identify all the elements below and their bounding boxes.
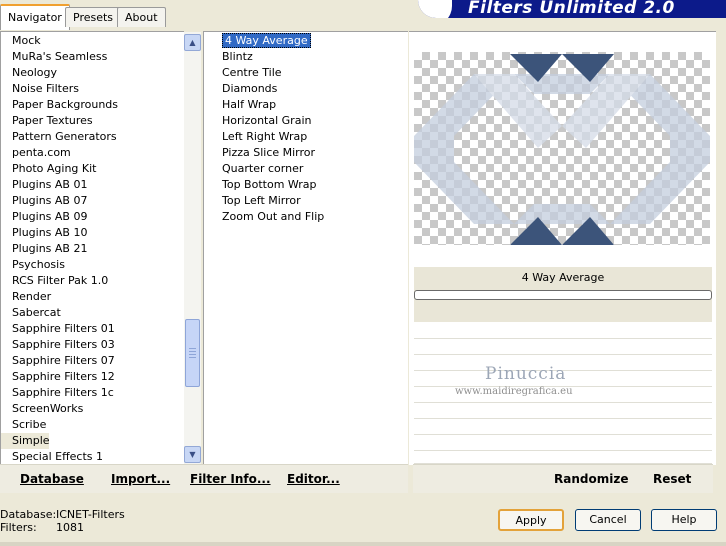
watermark-name: Pinuccia [485,364,567,384]
parameter-row[interactable] [414,435,712,451]
category-item[interactable]: Plugins AB 09 [1,209,184,225]
preview-filter-bar: 4 Way Average [414,267,712,322]
category-item[interactable]: RCS Filter Pak 1.0 [1,273,184,289]
watermark-url: www.maidiregrafica.eu [455,386,573,397]
app-title: Filters Unlimited 2.0 [468,0,675,18]
parameter-row[interactable] [414,451,712,464]
filter-item-label: 4 Way Average [222,33,311,48]
preview-filter-name: 4 Way Average [521,271,605,284]
category-item[interactable]: ScreenWorks [1,401,184,417]
filter-item[interactable]: Horizontal Grain [219,113,408,129]
filter-item-label: Horizontal Grain [222,114,312,127]
randomize-link[interactable]: Randomize [554,472,628,486]
category-item[interactable]: Noise Filters [1,81,184,97]
filter-item-label: Half Wrap [222,98,277,111]
filter-item[interactable]: Top Left Mirror [219,193,408,209]
filter-item-label: Zoom Out and Flip [222,210,325,223]
parameter-row[interactable] [414,403,712,419]
category-item[interactable]: Plugins AB 07 [1,193,184,209]
scroll-thumb[interactable] [185,319,200,387]
filter-item[interactable]: Diamonds [219,81,408,97]
filter-item[interactable]: Top Bottom Wrap [219,177,408,193]
category-item[interactable]: Mock [1,33,184,49]
category-item[interactable]: Sapphire Filters 12 [1,369,184,385]
category-item[interactable]: Scribe [1,417,184,433]
filter-item[interactable]: Quarter corner [219,161,408,177]
filters-count-label: Filters: [0,521,37,534]
category-item[interactable]: Neology [1,65,184,81]
preview-link-bar: Randomize Reset [413,464,713,493]
parameter-row[interactable] [414,339,712,355]
category-item[interactable]: Psychosis [1,257,184,273]
category-item[interactable]: Sapphire Filters 07 [1,353,184,369]
category-item[interactable]: Render [1,289,184,305]
category-item[interactable]: penta.com [1,145,184,161]
filter-item[interactable]: Left Right Wrap [219,129,408,145]
filter-item[interactable]: Centre Tile [219,65,408,81]
parameter-row[interactable] [414,419,712,435]
progress-track [414,290,712,300]
tab-navigator[interactable]: Navigator [0,4,70,30]
filter-item-label: Blintz [222,50,253,63]
category-item[interactable]: Special Effects 1 [1,449,184,465]
category-item[interactable]: Paper Textures [1,113,184,129]
import-link[interactable]: Import... [111,472,170,486]
cancel-button[interactable]: Cancel [575,509,641,531]
chevron-down-icon: ▼ [189,450,196,459]
apply-button[interactable]: Apply [498,509,564,531]
category-item[interactable]: Photo Aging Kit [1,161,184,177]
filter-panel: 4 Way Average Blintz Centre Tile Diamonds Ha… [203,31,408,465]
bottom-edge [0,542,726,546]
editor-link[interactable]: Editor... [287,472,340,486]
parameter-row[interactable] [414,323,712,339]
category-item[interactable]: MuRa's Seamless [1,49,184,65]
chevron-up-icon: ▲ [189,38,196,47]
filter-item-label: Quarter corner [222,162,304,175]
filter-item-label: Pizza Slice Mirror [222,146,316,159]
database-link-bar: Database Import... Filter Info... Editor… [0,464,408,493]
filter-info-link[interactable]: Filter Info... [190,472,271,486]
filter-item-label: Left Right Wrap [222,130,308,143]
filter-list[interactable]: 4 Way Average Blintz Centre Tile Diamonds Ha… [204,32,408,225]
reset-link[interactable]: Reset [653,472,691,486]
filter-item[interactable]: 4 Way Average [219,33,408,49]
help-button[interactable]: Help [651,509,717,531]
filter-item-label: Top Left Mirror [222,194,301,207]
category-item[interactable]: Sapphire Filters 01 [1,321,184,337]
scroll-down-button[interactable]: ▼ [184,446,201,463]
preview-image [414,52,710,245]
category-list[interactable]: Mock MuRa's Seamless Neology Noise Filters P… [1,32,184,465]
filter-item-label: Centre Tile [222,66,282,79]
preview-shape [414,54,710,245]
category-item[interactable]: Sabercat [1,305,184,321]
category-item[interactable]: Plugins AB 10 [1,225,184,241]
filter-item[interactable]: Zoom Out and Flip [219,209,408,225]
filters-count-value: 1081 [56,521,84,534]
category-scrollbar[interactable]: ▲ ▼ [184,32,201,464]
category-item[interactable]: Pattern Generators [1,129,184,145]
tab-presets[interactable]: Presets [65,7,122,27]
filter-item[interactable]: Half Wrap [219,97,408,113]
database-status-value: ICNET-Filters [56,508,125,521]
filter-item[interactable]: Pizza Slice Mirror [219,145,408,161]
scroll-up-button[interactable]: ▲ [184,34,201,51]
category-item[interactable]: Simple [1,433,50,449]
category-item[interactable]: Plugins AB 01 [1,177,184,193]
tab-about[interactable]: About [117,7,166,27]
category-item[interactable]: Paper Backgrounds [1,97,184,113]
category-panel: Mock MuRa's Seamless Neology Noise Filters P… [0,31,184,465]
database-link[interactable]: Database [20,472,84,486]
database-status-label: Database: [0,508,57,521]
filter-item[interactable]: Blintz [219,49,408,65]
category-item[interactable]: Sapphire Filters 03 [1,337,184,353]
filter-item-label: Diamonds [222,82,278,95]
filter-item-label: Top Bottom Wrap [222,178,317,191]
app-banner: Filters Unlimited 2.0 [418,0,726,18]
category-item[interactable]: Sapphire Filters 1c [1,385,184,401]
category-item[interactable]: Plugins AB 21 [1,241,184,257]
